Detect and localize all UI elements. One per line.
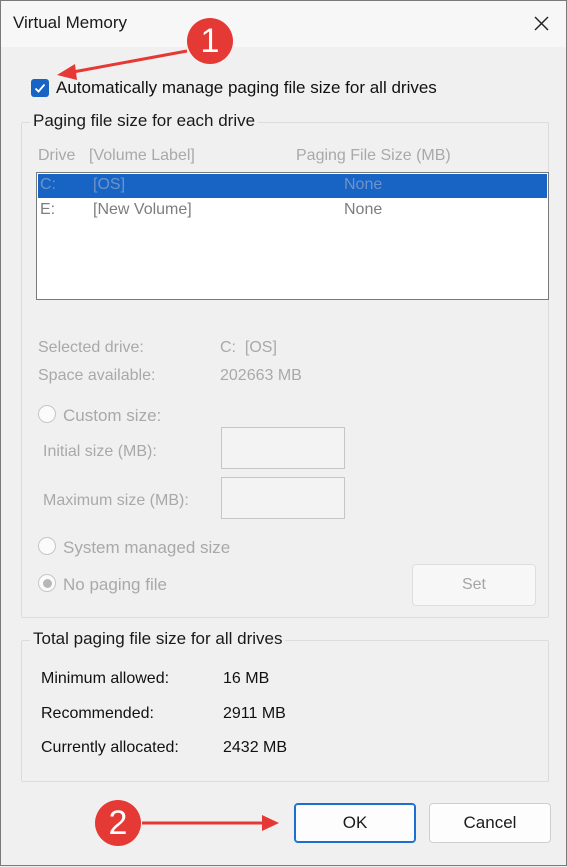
- column-header-drive: Drive: [38, 147, 76, 164]
- selected-drive-value: C: [OS]: [220, 339, 277, 356]
- initial-size-input[interactable]: [221, 427, 345, 469]
- virtual-memory-dialog: Virtual Memory Automatically manage pagi…: [0, 0, 567, 866]
- column-header-paging-size: Paging File Size (MB): [296, 147, 451, 164]
- minimum-allowed-label: Minimum allowed:: [41, 670, 170, 687]
- drive-letter: E:: [40, 201, 56, 218]
- custom-size-label: Custom size:: [63, 406, 162, 425]
- drive-list[interactable]: C: [OS] None E: [New Volume] None: [36, 172, 549, 300]
- paging-file-group: Paging file size for each drive Drive [V…: [21, 111, 549, 618]
- space-available-label: Space available:: [38, 367, 156, 384]
- initial-size-label: Initial size (MB):: [43, 443, 157, 460]
- drive-volume-label: [OS]: [93, 176, 126, 193]
- title-bar: Virtual Memory: [1, 1, 566, 47]
- close-button[interactable]: [526, 9, 556, 39]
- totals-group-title: Total paging file size for all drives: [30, 629, 286, 649]
- paging-group-title: Paging file size for each drive: [30, 111, 259, 131]
- step-2-badge: 2: [95, 800, 141, 846]
- window-title: Virtual Memory: [13, 13, 127, 32]
- auto-manage-row[interactable]: Automatically manage paging file size fo…: [31, 77, 437, 99]
- totals-group: Total paging file size for all drives Mi…: [21, 629, 549, 782]
- currently-allocated-label: Currently allocated:: [41, 739, 179, 756]
- close-icon: [534, 16, 549, 31]
- no-paging-file-label: No paging file: [63, 575, 167, 594]
- column-header-volume-label: [Volume Label]: [89, 147, 195, 164]
- minimum-allowed-value: 16 MB: [223, 670, 270, 687]
- drive-paging-size: None: [344, 176, 383, 193]
- space-available-value: 202663 MB: [220, 367, 302, 384]
- arrow-2-head: [262, 815, 279, 831]
- no-paging-file-radio[interactable]: [38, 574, 56, 592]
- selected-drive-label: Selected drive:: [38, 339, 144, 356]
- auto-manage-label: Automatically manage paging file size fo…: [56, 78, 437, 97]
- drive-paging-size: None: [344, 201, 383, 218]
- maximum-size-input[interactable]: [221, 477, 345, 519]
- drive-volume-label: [New Volume]: [93, 201, 192, 218]
- recommended-value: 2911 MB: [223, 705, 286, 722]
- radio-selected-dot: [42, 578, 52, 588]
- custom-size-radio[interactable]: [38, 405, 56, 423]
- drive-letter: C:: [40, 176, 56, 193]
- set-button[interactable]: Set: [412, 564, 536, 606]
- drive-row-c[interactable]: C: [OS] None: [38, 174, 547, 198]
- step-1-badge: 1: [187, 18, 233, 64]
- drive-row-e[interactable]: E: [New Volume] None: [38, 199, 547, 223]
- cancel-button[interactable]: Cancel: [429, 803, 551, 843]
- system-managed-radio[interactable]: [38, 537, 56, 555]
- ok-button[interactable]: OK: [294, 803, 416, 843]
- arrow-1-shaft: [72, 49, 188, 74]
- maximum-size-label: Maximum size (MB):: [43, 492, 189, 509]
- system-managed-label: System managed size: [63, 538, 231, 557]
- recommended-label: Recommended:: [41, 705, 154, 722]
- currently-allocated-value: 2432 MB: [223, 739, 288, 756]
- auto-manage-checkbox[interactable]: [31, 79, 49, 97]
- checkmark-icon: [34, 83, 46, 93]
